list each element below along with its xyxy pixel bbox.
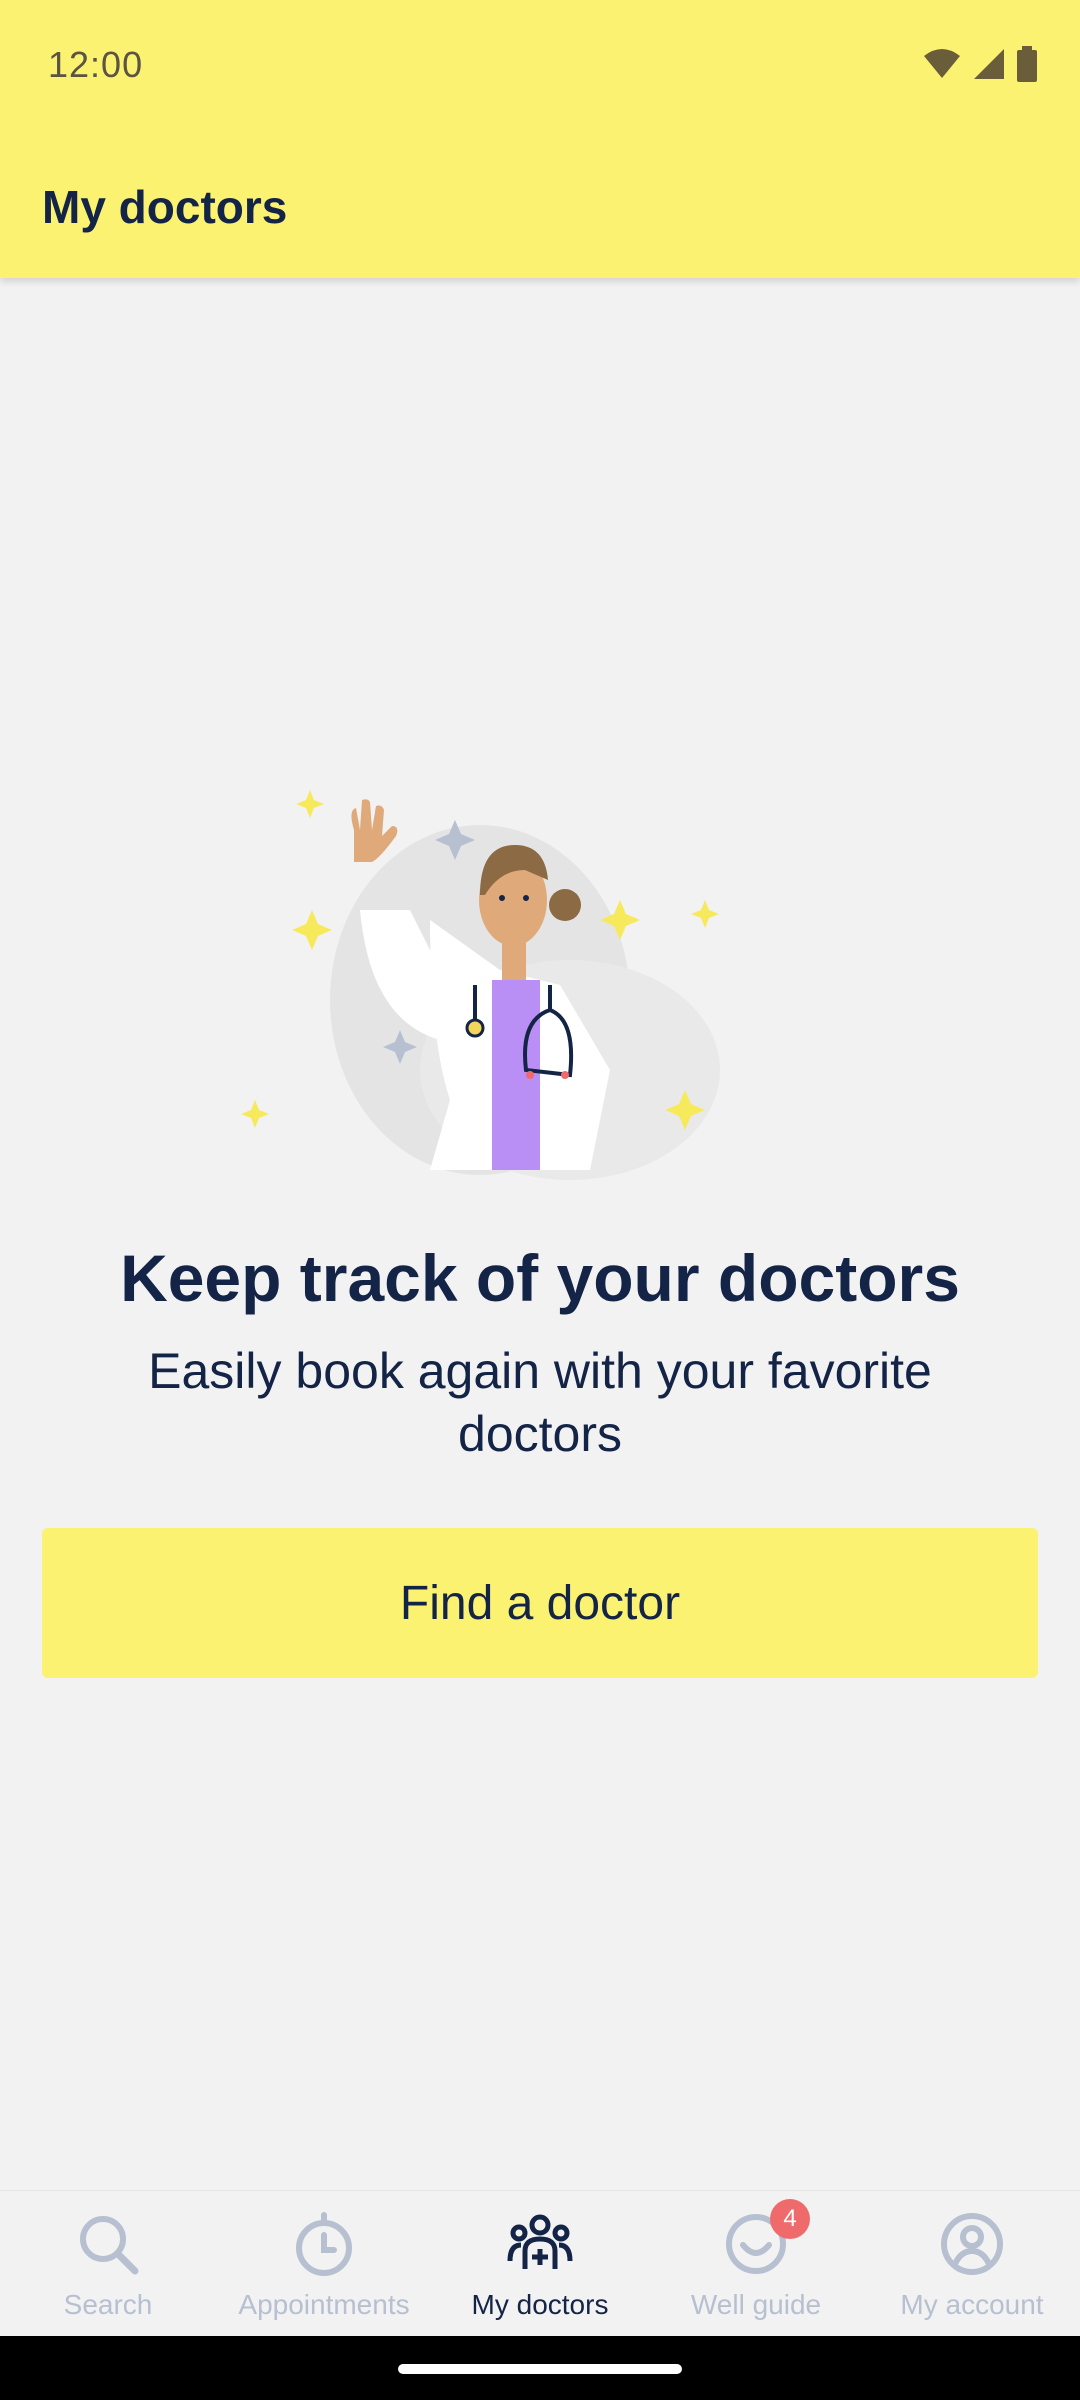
empty-state-subtitle: Easily book again with your favorite doc… bbox=[148, 1343, 932, 1462]
nav-label-search: Search bbox=[63, 2289, 153, 2320]
nav-label-my-doctors: My doctors bbox=[471, 2289, 609, 2320]
nav-item-appointments[interactable]: Appointments bbox=[216, 2191, 432, 2337]
find-doctor-button[interactable]: Find a doctor bbox=[42, 1528, 1038, 1678]
nav-item-well-guide[interactable]: 4 Well guide bbox=[648, 2191, 864, 2337]
doctor-waving-illustration bbox=[241, 790, 720, 1180]
bottom-navigation: Search Appointments My doctors 4 Well gu… bbox=[0, 2190, 1080, 2337]
wifi-icon bbox=[924, 49, 960, 78]
clock-icon bbox=[289, 2209, 359, 2279]
signal-icon bbox=[974, 49, 1004, 79]
empty-state-headline: Keep track of your doctors bbox=[120, 1241, 960, 1315]
well-guide-badge: 4 bbox=[770, 2199, 810, 2239]
status-time: 12:00 bbox=[48, 44, 144, 85]
status-icons bbox=[922, 46, 1038, 82]
app-header: 12:00 My doctors bbox=[0, 0, 1080, 278]
account-icon bbox=[937, 2209, 1007, 2279]
page-title: My doctors bbox=[42, 181, 288, 233]
home-gesture-handle[interactable] bbox=[398, 2364, 682, 2374]
nav-label-well-guide: Well guide bbox=[690, 2289, 822, 2320]
nav-item-my-account[interactable]: My account bbox=[864, 2191, 1080, 2337]
nav-label-appointments: Appointments bbox=[238, 2289, 410, 2320]
nav-item-search[interactable]: Search bbox=[0, 2191, 216, 2337]
nav-item-my-doctors[interactable]: My doctors bbox=[432, 2191, 648, 2337]
search-icon bbox=[73, 2209, 143, 2279]
nav-label-my-account: My account bbox=[900, 2289, 1044, 2320]
battery-icon bbox=[1017, 46, 1037, 82]
doctors-group-icon bbox=[505, 2209, 575, 2279]
